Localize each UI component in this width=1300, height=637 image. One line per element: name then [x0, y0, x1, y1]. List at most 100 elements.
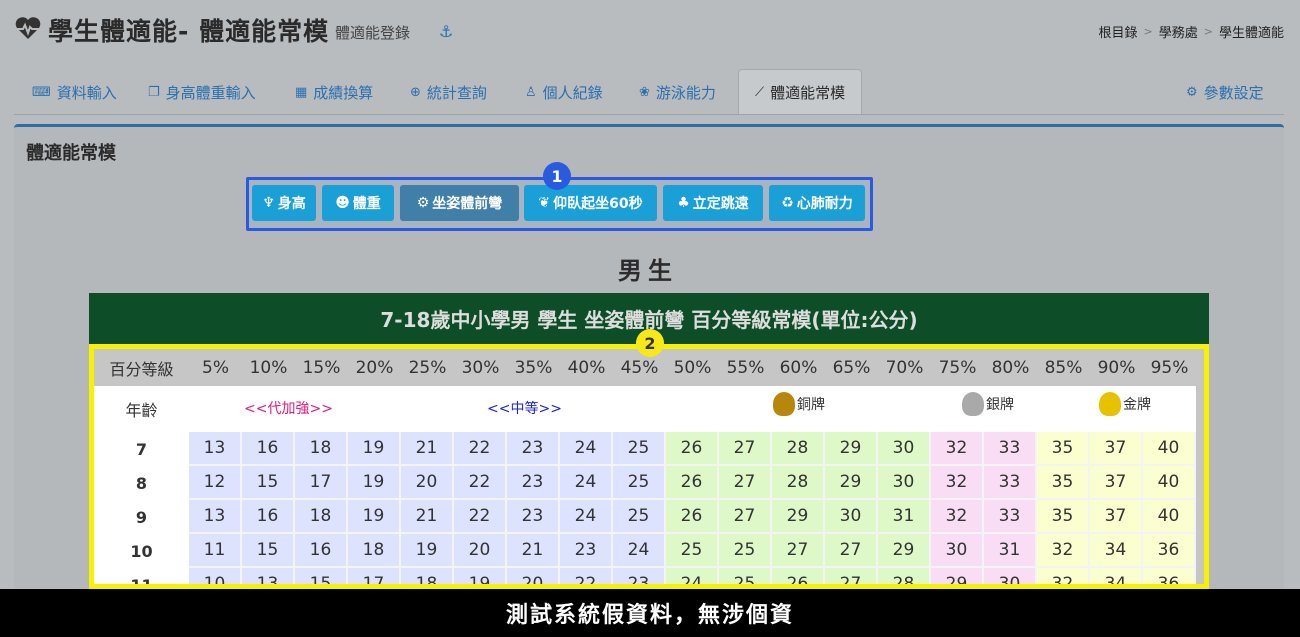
norm-cell: 27: [719, 466, 772, 500]
norm-cell: 25: [613, 466, 666, 500]
gold-label: 金牌: [1099, 392, 1151, 416]
norm-cell: 31: [984, 534, 1037, 568]
norm-cell: 35: [1037, 432, 1090, 466]
norm-cell: 22: [454, 432, 507, 466]
tab-swimming-ability[interactable]: ❀ 游泳能力: [639, 72, 716, 112]
percentile-header: 80%: [991, 357, 1030, 378]
norm-cell: 19: [401, 534, 454, 568]
norm-cell: 31: [878, 500, 931, 534]
norm-cell: 30: [878, 466, 931, 500]
silver-medal-icon: [962, 392, 984, 416]
norm-cell: 37: [1090, 500, 1143, 534]
norm-cell: 33: [984, 500, 1037, 534]
heartbeat-icon: [15, 17, 41, 39]
norm-cell: 32: [1037, 534, 1090, 568]
breadcrumb-separator: >: [1143, 25, 1153, 38]
child-icon: ♆: [262, 195, 275, 211]
band-legend: <<代加強>> <<中等>> 銅牌 銀牌 金牌: [189, 386, 1196, 432]
norm-cell: 36: [1143, 534, 1196, 568]
norm-cell: 35: [1037, 466, 1090, 500]
norm-cell: 30: [825, 500, 878, 534]
tab-height-weight-input[interactable]: ❐ 身高體重輸入: [148, 72, 256, 112]
app-title: 學生體適能- 體適能常模: [48, 17, 330, 46]
norm-cell: 23: [560, 534, 613, 568]
tab-score-conversion[interactable]: ▦ 成績換算: [295, 72, 373, 112]
percentile-header: 10%: [249, 357, 288, 378]
long-jump-button[interactable]: ♣ 立定跳遠: [663, 185, 763, 221]
fitness-norms-panel: 體適能常模 ♆ 身高 ☻ 體重 ⚙ 坐姿體前彎 ❦ 仰臥起坐60秒 ♣ 立定跳遠…: [14, 124, 1284, 597]
tab-statistics-query[interactable]: ⊕ 統計查詢: [410, 72, 487, 112]
band-legend-row: 年齡 <<代加強>> <<中等>> 銅牌 銀牌 金牌: [94, 386, 1196, 432]
norm-cell: 11: [189, 534, 242, 568]
button-label: 身高: [277, 196, 306, 212]
main-tabs: ⌨ 資料輸入 ❐ 身高體重輸入 ▦ 成績換算 ⊕ 統計查詢 ♙ 個人紀錄 ❀ 游…: [14, 68, 1284, 115]
norm-cell: 25: [719, 568, 772, 584]
percentile-header: 60%: [779, 357, 818, 378]
norm-cell: 17: [295, 466, 348, 500]
breadcrumb: 根目錄 > 學務處 > 學生體適能: [1099, 22, 1284, 41]
norm-cell: 30: [878, 432, 931, 466]
norm-cell: 25: [719, 534, 772, 568]
norm-cell: 23: [507, 500, 560, 534]
norm-cell: 23: [507, 466, 560, 500]
tab-parameter-settings[interactable]: ⚙ 參數設定: [1186, 72, 1264, 112]
anchor-icon[interactable]: ⚓: [439, 22, 453, 41]
norm-cell: 24: [560, 432, 613, 466]
norm-cell: 16: [242, 432, 295, 466]
norm-cell: 27: [719, 432, 772, 466]
sit-ups-button[interactable]: ❦ 仰臥起坐60秒: [524, 185, 657, 221]
norm-cell: 27: [825, 534, 878, 568]
app-header: 學生體適能- 體適能常模 體適能登錄 ⚓ 根目錄 > 學務處 > 學生體適能: [0, 0, 1300, 64]
norm-cell: 21: [401, 432, 454, 466]
norm-cell: 26: [666, 466, 719, 500]
norm-cell: 34: [1090, 568, 1143, 584]
row-label: 10: [94, 534, 189, 568]
height-button[interactable]: ♆ 身高: [252, 185, 316, 221]
breadcrumb-current[interactable]: 學生體適能: [1219, 22, 1284, 41]
norm-cell: 19: [348, 432, 401, 466]
sit-and-reach-button[interactable]: ⚙ 坐姿體前彎: [400, 185, 519, 221]
norm-cell: 30: [931, 534, 984, 568]
tab-personal-record[interactable]: ♙ 個人紀錄: [525, 72, 603, 112]
norm-cell: 23: [507, 432, 560, 466]
bronze-label: 銅牌: [773, 392, 825, 416]
row-label: 年齡: [125, 401, 158, 420]
table-row: 8 12 15 17 19 20 22 23 24 25 26 27 28 29 30 32 33 35 37 40: [94, 466, 1196, 500]
norm-cell: 18: [295, 432, 348, 466]
gender-heading: 男生: [618, 257, 678, 285]
norm-cell: 33: [984, 432, 1037, 466]
norm-cell: 19: [348, 500, 401, 534]
percentile-header: 15%: [302, 357, 341, 378]
cardio-endurance-button[interactable]: ♻ 心肺耐力: [769, 185, 865, 221]
percentile-header: 40%: [567, 357, 606, 378]
weight-button[interactable]: ☻ 體重: [322, 185, 394, 221]
percentile-header: 20%: [355, 357, 394, 378]
medal-label: 金牌: [1123, 397, 1151, 413]
calculator-icon: ▦: [295, 84, 308, 100]
percentile-header: 50%: [673, 357, 712, 378]
breadcrumb-separator: >: [1203, 25, 1213, 38]
norm-cell: 27: [719, 500, 772, 534]
norm-cell: 15: [295, 568, 348, 584]
tab-fitness-norms[interactable]: ⟋ 體適能常模: [738, 69, 863, 114]
copy-icon: ❐: [148, 84, 160, 100]
breadcrumb-root[interactable]: 根目錄: [1099, 22, 1138, 41]
norm-cell: 13: [242, 568, 295, 584]
norm-cell: 22: [454, 500, 507, 534]
norm-cell: 33: [984, 466, 1037, 500]
paw-icon: ❀: [639, 84, 650, 100]
table-row: 9 13 16 18 19 21 22 23 24 25 26 27 29 30 31 32 33 35 37 40: [94, 500, 1196, 534]
breadcrumb-affairs[interactable]: 學務處: [1159, 22, 1198, 41]
norm-cell: 24: [613, 534, 666, 568]
app-subtitle: 體適能登錄: [335, 24, 411, 42]
norm-cell: 22: [454, 466, 507, 500]
norm-table: 百分等級 5% 10% 15% 20% 25% 30% 35% 40% 45% 50% 55% 60% 6…: [89, 344, 1209, 589]
norm-cell: 40: [1143, 432, 1196, 466]
tab-data-input[interactable]: ⌨ 資料輸入: [32, 72, 117, 112]
panel-title: 體適能常模: [26, 143, 116, 164]
norm-cell: 40: [1143, 466, 1196, 500]
tree-icon: ♣: [677, 195, 690, 211]
leaf-icon: ❦: [538, 195, 551, 211]
percentile-header: 45%: [620, 357, 659, 378]
norm-cell: 15: [242, 534, 295, 568]
